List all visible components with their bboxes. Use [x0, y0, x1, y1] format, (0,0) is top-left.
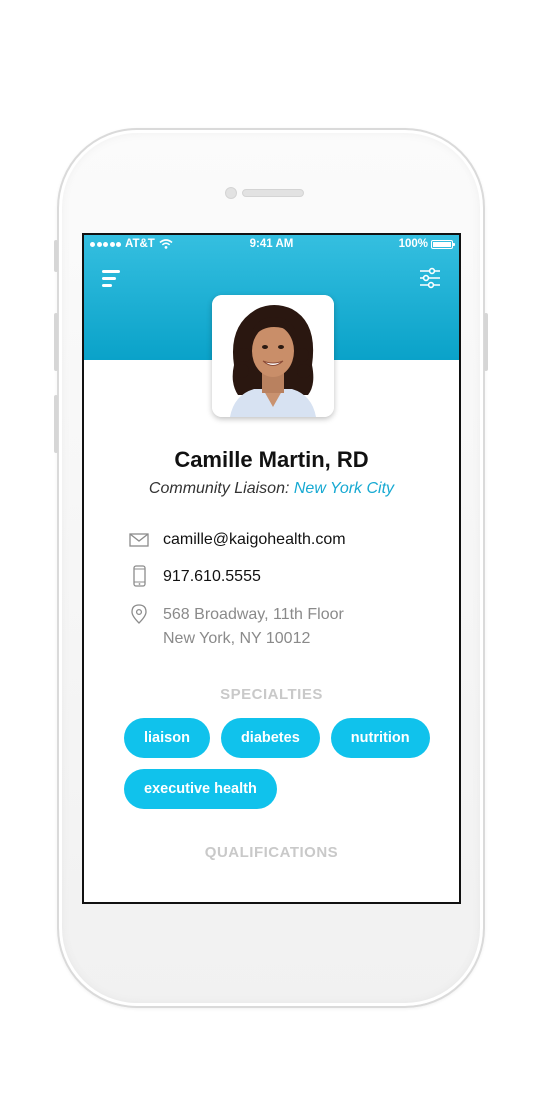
app-screen: AT&T 9:41 AM 100% Camille Martin, RD Com… — [82, 233, 461, 904]
tag-diabetes[interactable]: diabetes — [220, 718, 320, 758]
city-link[interactable]: New York City — [294, 480, 394, 497]
volume-up-button — [54, 313, 58, 371]
role-label: Community Liaison: — [148, 480, 290, 497]
profile-role: Community Liaison: New York City — [84, 480, 459, 498]
volume-down-button — [54, 395, 58, 453]
status-right: 100% — [398, 238, 455, 250]
menu-icon[interactable] — [102, 269, 124, 289]
phone-value[interactable]: 917.610.5555 — [163, 565, 261, 589]
tag-executive-health[interactable]: executive health — [124, 769, 277, 809]
profile-name: Camille Martin, RD — [174, 447, 369, 472]
qualifications-heading: QUALIFICATIONS — [204, 844, 339, 861]
tag-nutrition[interactable]: nutrition — [330, 718, 430, 758]
power-button — [484, 313, 488, 371]
profile-photo — [212, 295, 334, 417]
earpiece-speaker — [242, 189, 304, 197]
front-camera — [225, 187, 237, 199]
email-value[interactable]: camille@kaigohealth.com — [163, 528, 346, 552]
filter-icon[interactable] — [419, 267, 441, 289]
battery-percent: 100% — [398, 238, 428, 250]
address-line-1: 568 Broadway, 11th Floor — [163, 606, 344, 623]
address-block: 568 Broadway, 11th Floor New York, NY 10… — [163, 603, 344, 651]
phone-row[interactable]: 917.610.5555 — [128, 565, 261, 589]
status-bar: AT&T 9:41 AM 100% — [84, 238, 459, 254]
address-row[interactable]: 568 Broadway, 11th Floor New York, NY 10… — [128, 603, 344, 651]
mute-switch — [54, 240, 58, 272]
avatar — [212, 295, 334, 417]
tag-liaison[interactable]: liaison — [124, 718, 210, 758]
location-pin-icon — [131, 604, 147, 624]
battery-icon — [431, 239, 455, 249]
phone-icon — [133, 565, 146, 587]
specialties-heading: SPECIALTIES — [220, 686, 323, 703]
mail-icon — [129, 533, 149, 547]
email-row[interactable]: camille@kaigohealth.com — [128, 528, 346, 552]
specialties-tags: liaison diabetes nutrition executive hea… — [124, 718, 444, 809]
address-line-2: New York, NY 10012 — [163, 630, 311, 647]
